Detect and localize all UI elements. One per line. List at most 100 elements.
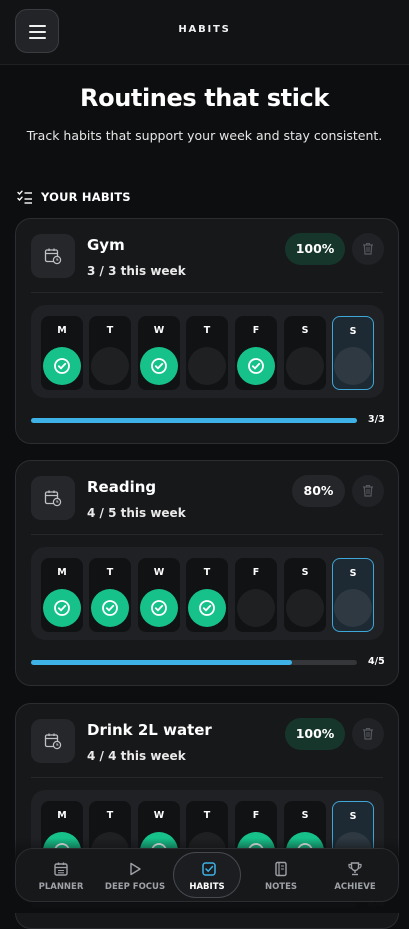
nav-item-habits[interactable]: HABITS xyxy=(173,852,241,898)
habit-icon-box xyxy=(31,719,75,763)
bottom-nav: PLANNER DEEP FOCUS HABITS NOTES ACHIEVE xyxy=(15,848,399,902)
calendar-clock-icon xyxy=(44,248,62,265)
day-empty-indicator xyxy=(286,347,324,385)
day-toggle[interactable]: M xyxy=(41,558,83,632)
day-empty-indicator xyxy=(188,347,226,385)
progress-count: 4/5 xyxy=(368,656,385,667)
day-toggle[interactable]: F xyxy=(235,558,277,632)
habit-week-progress: 4 / 4 this week xyxy=(87,749,186,763)
menu-icon-line xyxy=(29,37,46,39)
progress-bar xyxy=(31,660,357,665)
habit-week-progress: 3 / 3 this week xyxy=(87,264,186,278)
day-toggle[interactable]: M xyxy=(41,316,83,390)
day-toggle[interactable]: S xyxy=(284,558,326,632)
page-title: Routines that stick xyxy=(80,84,329,112)
day-label: F xyxy=(252,567,260,578)
divider xyxy=(31,777,383,778)
day-label: T xyxy=(106,810,114,821)
day-done-indicator xyxy=(43,589,81,627)
day-toggle[interactable]: T xyxy=(89,558,131,632)
habit-icon-box xyxy=(31,476,75,520)
day-label: T xyxy=(203,810,211,821)
day-label: S xyxy=(301,325,309,336)
nav-item-planner[interactable]: PLANNER xyxy=(25,852,97,898)
day-toggle[interactable]: T xyxy=(186,558,228,632)
day-label: W xyxy=(153,325,165,336)
day-toggle[interactable]: W xyxy=(138,558,180,632)
day-toggle[interactable]: T xyxy=(89,316,131,390)
day-done-indicator xyxy=(43,347,81,385)
day-toggle[interactable]: S xyxy=(332,316,374,390)
percent-badge: 80% xyxy=(292,475,345,507)
day-label: F xyxy=(252,810,260,821)
nav-item-deep-focus[interactable]: DEEP FOCUS xyxy=(99,852,171,898)
day-done-indicator xyxy=(237,347,275,385)
day-label: M xyxy=(57,810,67,821)
trash-icon xyxy=(363,242,373,255)
calendar-icon xyxy=(54,862,68,876)
day-toggle[interactable]: S xyxy=(284,316,326,390)
habit-card: Reading 4 / 5 this week 80% M T W T F S S 4/5 xyxy=(15,460,399,686)
day-label: S xyxy=(349,326,357,337)
day-label: S xyxy=(349,811,357,822)
check-circle-icon xyxy=(54,358,70,374)
check-circle-icon xyxy=(248,358,264,374)
habit-card: Gym 3 / 3 this week 100% M T W T F S S 3/3 xyxy=(15,218,399,444)
top-bar: HABITS xyxy=(0,0,409,65)
checklist-icon xyxy=(17,190,32,204)
day-toggle[interactable]: W xyxy=(138,316,180,390)
check-circle-icon xyxy=(102,600,118,616)
day-label: M xyxy=(57,567,67,578)
percent-badge: 100% xyxy=(285,718,345,750)
day-label: T xyxy=(106,567,114,578)
day-empty-indicator xyxy=(334,589,372,627)
delete-habit-button[interactable] xyxy=(352,233,384,265)
day-label: W xyxy=(153,567,165,578)
day-label: F xyxy=(252,325,260,336)
delete-habit-button[interactable] xyxy=(352,475,384,507)
check-circle-icon xyxy=(54,600,70,616)
trophy-icon xyxy=(348,862,362,876)
trash-icon xyxy=(363,727,373,740)
progress-count: 3/3 xyxy=(368,414,385,425)
day-done-indicator xyxy=(188,589,226,627)
day-toggle[interactable]: F xyxy=(235,316,277,390)
day-done-indicator xyxy=(140,589,178,627)
week-days-row: MTWTFSS xyxy=(31,547,384,640)
nav-item-achieve[interactable]: ACHIEVE xyxy=(319,852,391,898)
delete-habit-button[interactable] xyxy=(352,718,384,750)
nav-item-notes[interactable]: NOTES xyxy=(245,852,317,898)
calendar-clock-icon xyxy=(44,733,62,750)
day-label: S xyxy=(301,810,309,821)
day-toggle[interactable]: S xyxy=(332,558,374,632)
nav-label-achieve: ACHIEVE xyxy=(334,882,376,892)
trash-icon xyxy=(363,484,373,497)
check-circle-icon xyxy=(199,600,215,616)
habit-name: Drink 2L water xyxy=(87,721,212,739)
habit-name: Gym xyxy=(87,236,125,254)
day-label: S xyxy=(301,567,309,578)
day-label: M xyxy=(57,325,67,336)
calendar-clock-icon xyxy=(44,490,62,507)
progress-bar-fill xyxy=(31,660,292,665)
day-label: S xyxy=(349,568,357,579)
check-circle-icon xyxy=(151,600,167,616)
progress-bar-fill xyxy=(31,418,357,423)
check-circle-icon xyxy=(151,358,167,374)
progress-bar xyxy=(31,418,357,423)
notebook-icon xyxy=(275,861,287,877)
day-empty-indicator xyxy=(91,347,129,385)
divider xyxy=(31,534,383,535)
day-label: T xyxy=(106,325,114,336)
day-label: W xyxy=(153,810,165,821)
day-empty-indicator xyxy=(286,589,324,627)
habit-week-progress: 4 / 5 this week xyxy=(87,506,186,520)
checkbox-icon xyxy=(202,862,216,876)
page-subtitle: Track habits that support your week and … xyxy=(26,128,383,143)
section-label: YOUR HABITS xyxy=(41,190,131,204)
day-toggle[interactable]: T xyxy=(186,316,228,390)
habit-icon-box xyxy=(31,234,75,278)
week-days-row: MTWTFSS xyxy=(31,305,384,398)
play-icon xyxy=(130,862,141,876)
habit-name: Reading xyxy=(87,478,157,496)
